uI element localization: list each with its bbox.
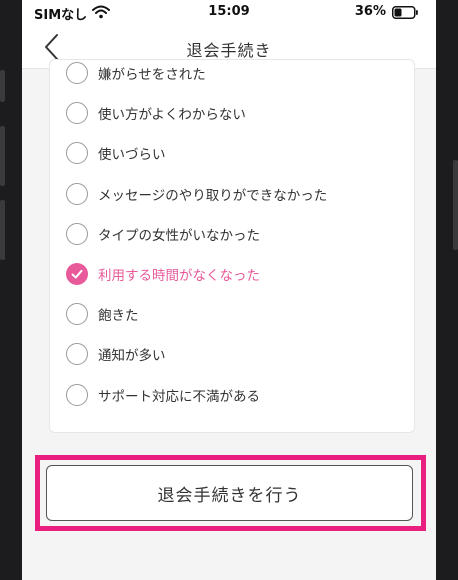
silent-switch bbox=[0, 70, 5, 102]
phone-screen: SIMなし 15:09 36% 退会手続き 嫌がらせをされた使い方がよくわからな… bbox=[22, 0, 436, 580]
content-area: 嫌がらせをされた使い方がよくわからない 使いづらいメッセージのやり取りができなかっ… bbox=[22, 59, 436, 580]
reason-label: 使いづらい bbox=[98, 147, 166, 164]
volume-up-key bbox=[0, 126, 5, 186]
reason-label: タイプの女性がいなかった bbox=[98, 227, 260, 244]
reason-label: 嫌がらせをされた bbox=[98, 67, 206, 83]
reason-option[interactable]: 通知が多い bbox=[66, 341, 166, 367]
page-title: 退会手続き bbox=[186, 41, 272, 60]
reason-card: 嫌がらせをされた使い方がよくわからない 使いづらいメッセージのやり取りができなかっ… bbox=[49, 59, 415, 433]
status-bar: SIMなし 15:09 36% bbox=[22, 0, 436, 26]
battery-percent: 36% bbox=[354, 4, 386, 19]
reason-label: メッセージのやり取りができなかった bbox=[98, 187, 328, 204]
reason-label: 通知が多い bbox=[98, 348, 166, 365]
radio-unchecked[interactable] bbox=[66, 222, 88, 245]
reason-label: 利用する時間がなくなった bbox=[98, 268, 260, 284]
reason-label: 飽きた bbox=[98, 308, 139, 325]
radio-unchecked[interactable] bbox=[66, 142, 88, 165]
reason-label: 使い方がよくわからない bbox=[98, 107, 246, 124]
reason-option[interactable]: 利用する時間がなくなった bbox=[66, 261, 260, 287]
reason-option[interactable]: 飽きた bbox=[66, 301, 139, 327]
radio-unchecked[interactable] bbox=[66, 343, 88, 366]
radio-unchecked[interactable] bbox=[66, 303, 88, 326]
radio-unchecked[interactable] bbox=[66, 62, 88, 84]
reason-option[interactable]: メッセージのやり取りができなかった bbox=[66, 181, 327, 207]
withdraw-button[interactable]: 退会手続きを行う bbox=[46, 465, 413, 521]
radio-unchecked[interactable] bbox=[66, 102, 88, 125]
battery-icon bbox=[392, 6, 418, 19]
reason-label: サポート対応に不満がある bbox=[98, 388, 260, 405]
reason-option[interactable]: 使い方がよくわからない bbox=[66, 100, 246, 126]
reason-option[interactable]: サポート対応に不満がある bbox=[66, 382, 260, 408]
reason-option[interactable]: タイプの女性がいなかった bbox=[66, 221, 260, 247]
radio-unchecked[interactable] bbox=[66, 383, 88, 406]
power-key bbox=[453, 160, 458, 250]
check-icon bbox=[71, 269, 83, 279]
volume-down-key bbox=[0, 200, 5, 260]
reason-option[interactable]: 嫌がらせをされた bbox=[66, 60, 206, 86]
radio-unchecked[interactable] bbox=[66, 182, 88, 205]
radio-checked[interactable] bbox=[66, 263, 88, 285]
reason-option[interactable]: 使いづらい bbox=[66, 140, 166, 166]
